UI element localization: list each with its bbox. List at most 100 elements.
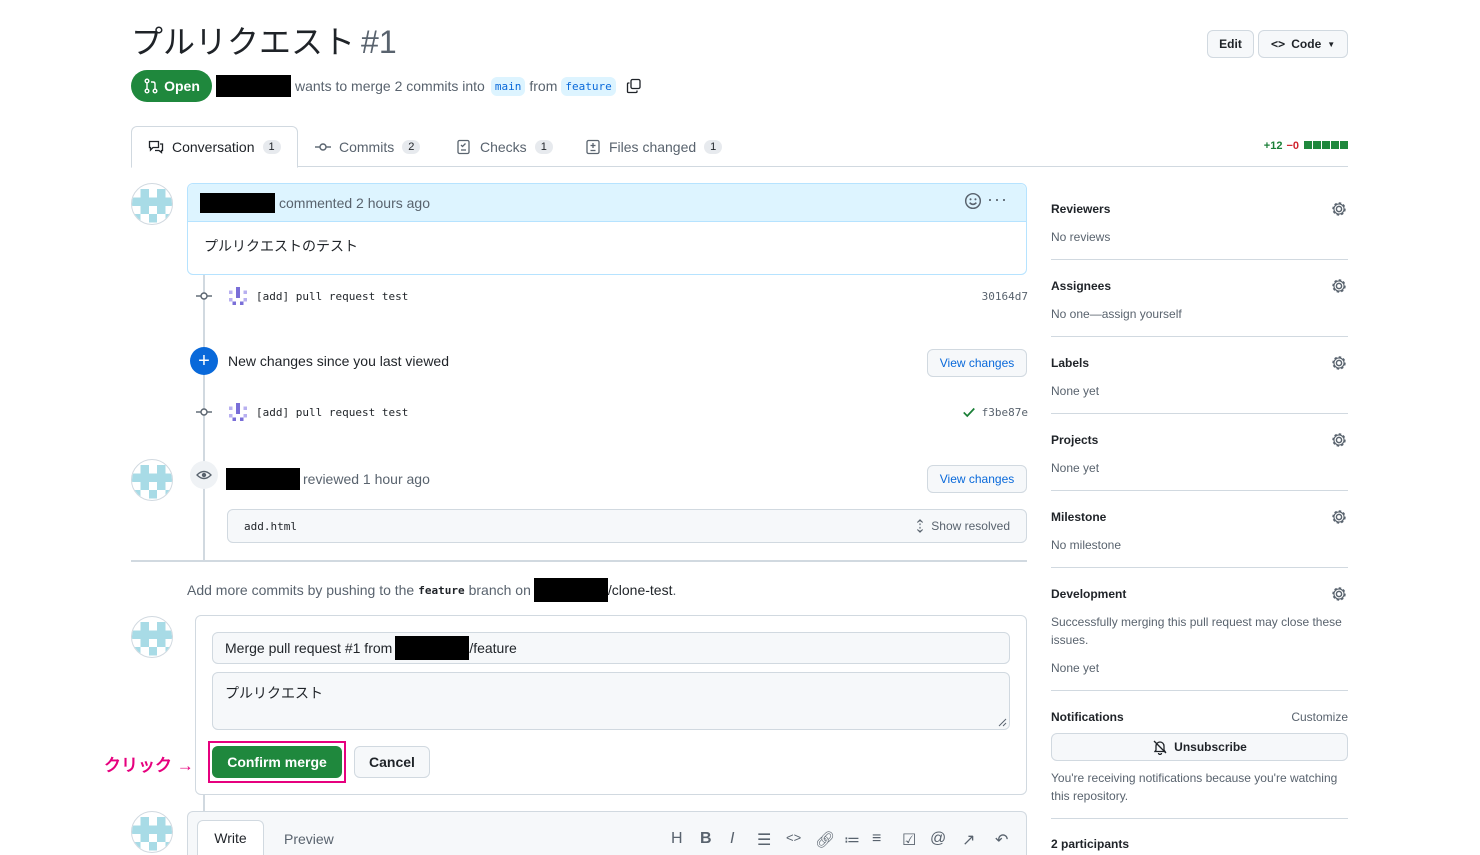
kebab-horizontal-icon[interactable]: ···	[987, 189, 1008, 210]
confirm-merge-button[interactable]: Confirm merge	[212, 746, 342, 778]
tab-counter: 2	[402, 139, 421, 154]
unfold-icon	[917, 519, 924, 533]
deletions-count: −0	[1286, 140, 1299, 152]
redacted-author	[216, 75, 291, 97]
review-meta: reviewed 1 hour ago	[226, 468, 430, 490]
pr-title-text: プルリクエスト	[131, 24, 356, 60]
avatar[interactable]	[131, 811, 173, 853]
diffstat: +12 −0	[1264, 140, 1348, 152]
cross-reference-icon[interactable]: ↗	[962, 830, 975, 850]
commit-message[interactable]: [add] pull request test	[256, 290, 408, 303]
tab-files-changed[interactable]: Files changed 1	[585, 126, 723, 167]
file-name[interactable]: add.html	[244, 520, 297, 533]
additions-count: +12	[1263, 140, 1283, 152]
quote-icon[interactable]: ☰	[757, 830, 771, 850]
copy-icon[interactable]	[626, 78, 642, 94]
gear-icon[interactable]	[1330, 585, 1348, 603]
mention-icon[interactable]: @	[930, 830, 946, 848]
code-icon: <>	[1270, 37, 1286, 51]
code-button[interactable]: <> Code ▼	[1258, 30, 1348, 58]
bell-slash-icon	[1153, 740, 1167, 755]
gear-icon[interactable]	[1330, 277, 1348, 295]
avatar[interactable]	[131, 183, 173, 225]
merge-title-input[interactable]: Merge pull request #1 from /feature	[212, 632, 1010, 664]
link-icon[interactable]: 🔗︎	[815, 830, 835, 850]
status-badge: Open	[131, 70, 212, 102]
view-changes-button[interactable]: View changes	[927, 349, 1027, 377]
view-changes-button[interactable]: View changes	[927, 465, 1027, 493]
sidebar-divider	[1051, 818, 1348, 819]
unordered-list-icon[interactable]: ≔	[844, 830, 860, 850]
sidebar-development: Development Successfully merging this pu…	[1051, 587, 1348, 677]
sidebar-milestone: Milestone No milestone	[1051, 510, 1348, 554]
commit-row: [add] pull request test f3be87e	[196, 400, 1028, 424]
smiley-icon[interactable]	[964, 192, 982, 213]
checklist-icon	[457, 139, 470, 154]
resize-handle-icon[interactable]	[997, 717, 1007, 727]
tab-conversation[interactable]: Conversation 1	[131, 126, 298, 168]
pull-request-icon	[144, 78, 158, 94]
sidebar-projects: Projects None yet	[1051, 433, 1348, 477]
comment-header: commented 2 hours ago ···	[188, 184, 1026, 222]
eye-icon	[190, 461, 218, 489]
avatar-icon[interactable]	[229, 403, 247, 421]
tab-counter: 1	[704, 139, 723, 154]
redacted-owner	[395, 636, 470, 660]
sidebar-divider	[1051, 690, 1348, 691]
edit-button[interactable]: Edit	[1207, 30, 1254, 58]
ordered-list-icon[interactable]: ≡	[872, 830, 881, 848]
commit-icon	[196, 292, 212, 300]
bold-icon[interactable]: B	[700, 830, 712, 848]
heading-icon[interactable]: H	[671, 830, 683, 848]
gear-icon[interactable]	[1330, 200, 1348, 218]
unsubscribe-button[interactable]: Unsubscribe	[1051, 733, 1348, 761]
cancel-button[interactable]: Cancel	[354, 746, 430, 778]
avatar-icon[interactable]	[229, 287, 247, 305]
base-branch[interactable]: main	[490, 76, 526, 96]
commit-row: [add] pull request test 30164d7	[196, 284, 1028, 308]
redacted-author	[200, 192, 275, 213]
push-branch: feature	[418, 583, 465, 597]
gear-icon[interactable]	[1330, 354, 1348, 372]
tab-checks[interactable]: Checks 1	[456, 126, 553, 167]
comment-box: commented 2 hours ago ··· プルリクエストのテスト	[187, 183, 1027, 275]
commit-sha[interactable]: f3be87e	[962, 405, 1028, 419]
pr-title: プルリクエスト #1	[131, 20, 397, 64]
merge-description-textarea[interactable]: プルリクエスト	[212, 672, 1010, 730]
timeline-divider	[131, 560, 1027, 562]
italic-icon[interactable]: I	[730, 830, 734, 848]
sidebar-divider	[1051, 336, 1348, 337]
head-branch[interactable]: feature	[561, 76, 616, 96]
participants-count: 2 participants	[1051, 837, 1130, 851]
tab-counter: 1	[262, 140, 281, 154]
new-changes-text: New changes since you last viewed	[228, 353, 450, 369]
tab-write[interactable]: Write	[197, 820, 264, 855]
file-diff-icon	[586, 139, 600, 154]
caret-down-icon: ▼	[1327, 39, 1336, 49]
gear-icon[interactable]	[1330, 508, 1348, 526]
comment-body: プルリクエストのテスト	[204, 238, 358, 254]
code-icon[interactable]: <>	[786, 830, 801, 845]
undo-icon[interactable]: ↶	[995, 830, 1008, 850]
avatar[interactable]	[131, 616, 173, 658]
redacted-author	[226, 468, 300, 490]
tasklist-icon[interactable]: ☑	[902, 830, 916, 850]
commit-message[interactable]: [add] pull request test	[256, 406, 408, 419]
commit-sha[interactable]: 30164d7	[982, 290, 1028, 303]
push-hint: Add more commits by pushing to the featu…	[187, 578, 676, 602]
show-resolved-button[interactable]: Show resolved	[913, 519, 1010, 533]
pr-number: #1	[361, 24, 397, 60]
tab-counter: 1	[534, 139, 553, 154]
gear-icon[interactable]	[1330, 431, 1348, 449]
commit-icon	[315, 142, 331, 151]
redacted-owner	[533, 578, 608, 602]
sidebar-divider	[1051, 567, 1348, 568]
customize-link[interactable]: Customize	[1291, 710, 1348, 724]
tab-preview[interactable]: Preview	[284, 831, 334, 847]
sidebar-reviewers: Reviewers No reviews	[1051, 202, 1348, 246]
avatar[interactable]	[131, 459, 173, 501]
tab-commits[interactable]: Commits 2	[315, 126, 421, 167]
review-file[interactable]: add.html Show resolved	[227, 509, 1027, 543]
notifications-desc: You're receiving notifications because y…	[1051, 771, 1338, 803]
repo-name[interactable]: /clone-test	[608, 582, 673, 598]
